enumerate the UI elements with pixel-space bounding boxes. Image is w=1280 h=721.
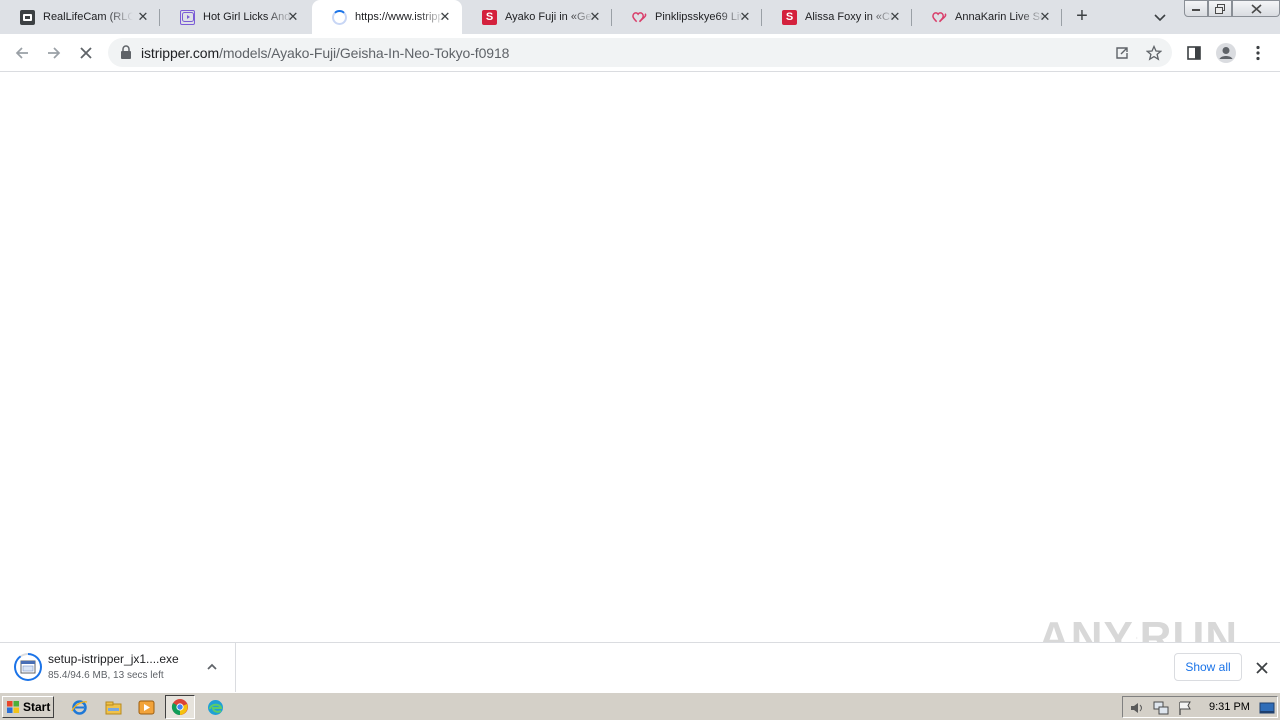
window-close-button[interactable] bbox=[1232, 0, 1280, 17]
tab-reallifecam[interactable]: RealLifeCam (RLC) ✕ bbox=[0, 0, 160, 34]
chrome-taskbar-button[interactable] bbox=[165, 695, 195, 719]
close-icon[interactable]: ✕ bbox=[136, 9, 150, 24]
restore-button[interactable] bbox=[1208, 0, 1232, 17]
media-player-icon[interactable] bbox=[137, 698, 155, 716]
clock: 9:31 PM bbox=[1209, 701, 1250, 713]
tab-title: RealLifeCam (RLC) bbox=[43, 11, 133, 23]
menu-kebab-icon[interactable] bbox=[1248, 43, 1268, 63]
chevron-up-icon[interactable] bbox=[204, 659, 220, 675]
tab-title: AnnaKarin Live Sex bbox=[955, 11, 1045, 23]
tab-title: Ayako Fuji in «Geisha bbox=[505, 11, 595, 23]
stop-loading-icon[interactable] bbox=[76, 43, 96, 63]
windows-flag-icon bbox=[7, 701, 19, 713]
edge-icon[interactable] bbox=[206, 698, 224, 716]
camera-icon bbox=[20, 9, 35, 25]
download-bar: setup-istripper_jx1....exe 85.4/94.6 MB,… bbox=[0, 642, 1280, 693]
download-filename: setup-istripper_jx1....exe bbox=[48, 652, 179, 666]
lock-icon[interactable] bbox=[120, 45, 134, 60]
windows-taskbar: Start 9:31 PM bbox=[0, 692, 1280, 720]
network-icon[interactable] bbox=[1153, 700, 1169, 716]
download-status: 85.4/94.6 MB, 13 secs left bbox=[48, 670, 164, 681]
show-all-button[interactable]: Show all bbox=[1174, 653, 1242, 681]
loading-spinner-icon bbox=[332, 9, 347, 25]
tab-istripper-loading[interactable]: https://www.istripper.com ✕ bbox=[312, 0, 462, 34]
exe-file-icon bbox=[20, 660, 36, 674]
download-progress-ring bbox=[14, 653, 42, 681]
heart-icon bbox=[932, 10, 947, 25]
bookmark-star-icon[interactable] bbox=[1145, 44, 1163, 61]
new-tab-button[interactable]: + bbox=[1072, 6, 1092, 27]
start-button[interactable]: Start bbox=[2, 696, 54, 718]
url-path: /models/Ayako-Fuji/Geisha-In-Neo-Tokyo-f… bbox=[219, 45, 510, 61]
back-arrow-icon[interactable] bbox=[12, 43, 32, 63]
tab-alissa-foxy[interactable]: S Alissa Foxy in «Cute ✕ bbox=[762, 0, 912, 34]
close-icon[interactable]: ✕ bbox=[286, 9, 300, 24]
s-logo-icon: S bbox=[782, 9, 797, 25]
close-download-bar-icon[interactable] bbox=[1254, 660, 1270, 676]
tab-search-chevron-icon[interactable] bbox=[1152, 9, 1168, 25]
system-tray: 9:31 PM bbox=[1122, 696, 1278, 718]
video-site-icon bbox=[180, 9, 195, 25]
tab-title: Pinklipsskye69 Live bbox=[655, 11, 745, 23]
tab-strip: RealLifeCam (RLC) ✕ Hot Girl Licks And T… bbox=[0, 0, 1280, 34]
close-icon[interactable]: ✕ bbox=[888, 9, 902, 24]
volume-icon[interactable] bbox=[1129, 700, 1145, 716]
url-text[interactable]: istripper.com/models/Ayako-Fuji/Geisha-I… bbox=[141, 45, 509, 61]
minimize-button[interactable] bbox=[1184, 0, 1208, 17]
internet-explorer-icon[interactable] bbox=[70, 698, 88, 716]
side-panel-icon[interactable] bbox=[1184, 43, 1204, 63]
tab-title: Alissa Foxy in «Cute bbox=[805, 11, 895, 23]
s-logo-icon: S bbox=[482, 9, 497, 25]
page-content-blank bbox=[0, 72, 1280, 642]
share-icon[interactable] bbox=[1114, 45, 1130, 61]
start-label: Start bbox=[23, 700, 51, 714]
action-center-flag-icon[interactable] bbox=[1177, 700, 1193, 716]
url-host: istripper.com bbox=[141, 45, 220, 61]
close-icon[interactable]: ✕ bbox=[738, 9, 752, 24]
forward-arrow-icon[interactable] bbox=[44, 43, 64, 63]
file-explorer-icon[interactable] bbox=[104, 698, 122, 716]
download-item[interactable]: setup-istripper_jx1....exe 85.4/94.6 MB,… bbox=[0, 643, 236, 693]
tab-hot-girl[interactable]: Hot Girl Licks And Tease ✕ bbox=[160, 0, 310, 34]
tab-pinklipsskye69[interactable]: Pinklipsskye69 Live ✕ bbox=[612, 0, 762, 34]
show-desktop-icon[interactable] bbox=[1259, 700, 1275, 716]
tab-title: Hot Girl Licks And Tease bbox=[203, 11, 293, 23]
address-bar[interactable]: istripper.com/models/Ayako-Fuji/Geisha-I… bbox=[108, 38, 1172, 67]
close-icon[interactable]: ✕ bbox=[438, 9, 452, 24]
close-icon[interactable]: ✕ bbox=[588, 9, 602, 24]
chrome-icon bbox=[171, 699, 188, 716]
tab-title: https://www.istripper.com bbox=[355, 11, 445, 23]
close-icon[interactable]: ✕ bbox=[1038, 9, 1052, 24]
heart-icon bbox=[632, 10, 647, 25]
browser-toolbar: istripper.com/models/Ayako-Fuji/Geisha-I… bbox=[0, 34, 1280, 72]
profile-avatar-icon[interactable] bbox=[1215, 42, 1237, 64]
tab-ayako-fuji[interactable]: S Ayako Fuji in «Geisha ✕ bbox=[462, 0, 612, 34]
tab-annakarin[interactable]: AnnaKarin Live Sex ✕ bbox=[912, 0, 1062, 34]
